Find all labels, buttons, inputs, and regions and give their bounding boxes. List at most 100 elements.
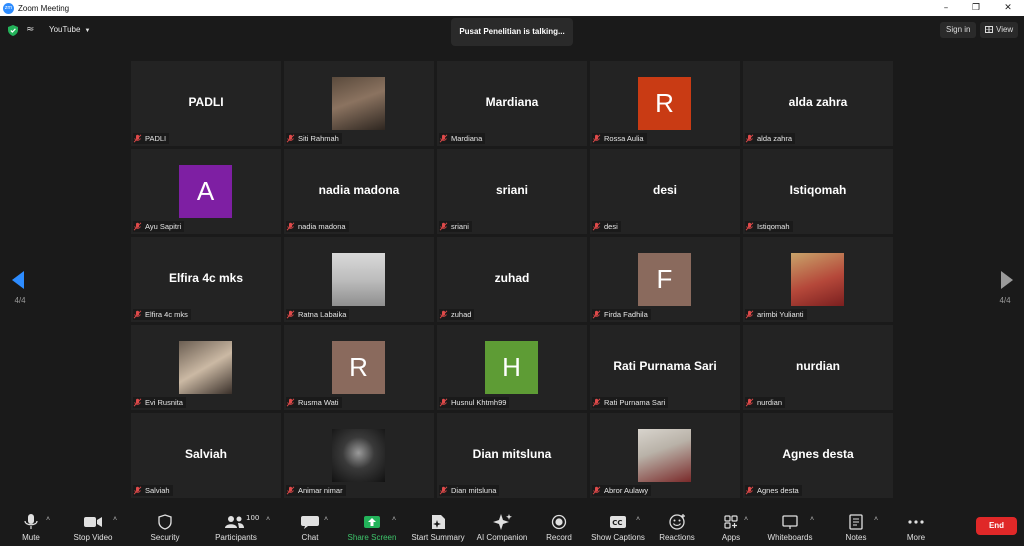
- muted-microphone-icon: [592, 486, 601, 495]
- chat-options-button[interactable]: ˄: [324, 506, 334, 546]
- microphone-icon: [24, 514, 38, 529]
- participant-display-name: Elfira 4c mks: [168, 271, 244, 285]
- window-title: Zoom Meeting: [18, 3, 70, 13]
- participant-tile[interactable]: nurdian nurdian: [743, 325, 893, 410]
- stop-video-button[interactable]: Stop Video: [70, 506, 116, 546]
- participant-name-tag: Mardiana: [439, 133, 486, 144]
- participant-tile[interactable]: Evi Rusnita: [131, 325, 281, 410]
- participant-name: alda zahra: [757, 134, 793, 143]
- more-button[interactable]: More: [900, 506, 932, 546]
- security-button[interactable]: Security: [145, 506, 185, 546]
- security-label: Security: [150, 533, 180, 542]
- participant-tile[interactable]: Salviah Salviah: [131, 413, 281, 498]
- summary-document-icon: [432, 515, 445, 529]
- next-page-arrow-icon[interactable]: [1001, 271, 1013, 289]
- participant-tile[interactable]: H Husnul Khtmh99: [437, 325, 587, 410]
- participant-tile[interactable]: R Rossa Aulia: [590, 61, 740, 146]
- participant-tile[interactable]: Animar nimar: [284, 413, 434, 498]
- reactions-label: Reactions: [659, 533, 695, 542]
- participant-name: nadia madona: [298, 222, 346, 231]
- participant-name-tag: Rati Purnama Sari: [592, 397, 669, 408]
- participant-tile[interactable]: Rati Purnama Sari Rati Purnama Sari: [590, 325, 740, 410]
- participant-tile[interactable]: PADLI PADLI: [131, 61, 281, 146]
- svg-text:CC: CC: [612, 519, 622, 527]
- participant-name-tag: Salviah: [133, 485, 173, 496]
- participant-tile[interactable]: arimbi Yulianti: [743, 237, 893, 322]
- chevron-up-icon: ˄: [392, 516, 397, 523]
- share-screen-button[interactable]: Share Screen: [345, 506, 399, 546]
- notes-options-button[interactable]: ˄: [874, 506, 884, 546]
- participants-label: Participants: [215, 533, 257, 542]
- participant-name-tag: nurdian: [745, 397, 786, 408]
- notes-button[interactable]: Notes: [838, 506, 874, 546]
- mute-button[interactable]: Mute: [14, 506, 48, 546]
- maximize-button[interactable]: ❐: [961, 0, 991, 16]
- participant-tile[interactable]: R Rusma Wati: [284, 325, 434, 410]
- participant-tile[interactable]: zuhad zuhad: [437, 237, 587, 322]
- participant-tile[interactable]: Ratna Labaika: [284, 237, 434, 322]
- apps-options-button[interactable]: ˄: [744, 506, 754, 546]
- participant-name: zuhad: [451, 310, 472, 319]
- participant-tile[interactable]: A Ayu Sapitri: [131, 149, 281, 234]
- participant-tile[interactable]: Agnes desta Agnes desta: [743, 413, 893, 498]
- record-button[interactable]: Record: [540, 506, 578, 546]
- participant-tile[interactable]: alda zahra alda zahra: [743, 61, 893, 146]
- participant-name: Dian mitsluna: [451, 486, 497, 495]
- participants-button[interactable]: 100 Participants: [210, 506, 262, 546]
- participant-name-tag: Ayu Sapitri: [133, 221, 185, 232]
- participant-tile[interactable]: F Firda Fadhila: [590, 237, 740, 322]
- ai-companion-button[interactable]: AI Companion: [474, 506, 530, 546]
- participant-tile[interactable]: Siti Rahmah: [284, 61, 434, 146]
- participant-display-name: Salviah: [184, 447, 228, 461]
- view-button[interactable]: View: [980, 22, 1019, 38]
- captions-options-button[interactable]: ˄: [636, 506, 646, 546]
- participant-name: Mardiana: [451, 134, 483, 143]
- participant-profile-photo: [179, 341, 232, 394]
- participant-name: Animar nimar: [298, 486, 343, 495]
- more-ellipsis-icon: [908, 520, 924, 524]
- participant-name: arimbi Yulianti: [757, 310, 804, 319]
- reactions-button[interactable]: Reactions: [656, 506, 698, 546]
- participant-tile[interactable]: Istiqomah Istiqomah: [743, 149, 893, 234]
- muted-microphone-icon: [133, 222, 142, 231]
- participant-name-tag: Dian mitsluna: [439, 485, 500, 496]
- livestream-source-dropdown[interactable]: YouTube ▼: [44, 22, 95, 38]
- muted-microphone-icon: [286, 486, 295, 495]
- participants-options-button[interactable]: ˄: [266, 506, 276, 546]
- participant-profile-photo: [332, 429, 385, 482]
- live-stream-icon[interactable]: ≈: [26, 24, 34, 35]
- participant-name-tag: Animar nimar: [286, 485, 346, 496]
- participant-tile[interactable]: Dian mitsluna Dian mitsluna: [437, 413, 587, 498]
- whiteboards-options-button[interactable]: ˄: [810, 506, 820, 546]
- sign-in-button[interactable]: Sign in: [940, 22, 977, 38]
- muted-microphone-icon: [286, 222, 295, 231]
- participant-tile[interactable]: desi desi: [590, 149, 740, 234]
- apps-button[interactable]: Apps: [716, 506, 746, 546]
- share-options-button[interactable]: ˄: [392, 506, 402, 546]
- participant-tile[interactable]: Mardiana Mardiana: [437, 61, 587, 146]
- close-button[interactable]: ✕: [993, 0, 1023, 16]
- previous-page-arrow-icon[interactable]: [12, 271, 24, 289]
- video-options-button[interactable]: ˄: [113, 506, 123, 546]
- end-meeting-button[interactable]: End: [976, 517, 1017, 535]
- participant-tile[interactable]: Abror Aulawy: [590, 413, 740, 498]
- ai-companion-label: AI Companion: [476, 533, 528, 542]
- whiteboards-button[interactable]: Whiteboards: [764, 506, 816, 546]
- participant-gallery: PADLI PADLI Siti Rahmah Mardiana Mardiana R Ro…: [131, 61, 894, 498]
- start-summary-button[interactable]: Start Summary: [408, 506, 468, 546]
- participant-tile[interactable]: Elfira 4c mks Elfira 4c mks: [131, 237, 281, 322]
- whiteboard-icon: [782, 515, 798, 529]
- chevron-up-icon: ˄: [636, 516, 641, 523]
- participant-tile[interactable]: nadia madona nadia madona: [284, 149, 434, 234]
- mute-options-button[interactable]: ˄: [46, 506, 56, 546]
- muted-microphone-icon: [439, 310, 448, 319]
- participant-avatar: F: [638, 253, 691, 306]
- encryption-shield-icon[interactable]: [8, 25, 18, 36]
- start-summary-label: Start Summary: [411, 533, 465, 542]
- active-speaker-banner: Pusat Penelitian is talking...: [451, 18, 573, 46]
- minimize-button[interactable]: –: [931, 0, 961, 16]
- participant-name-tag: desi: [592, 221, 621, 232]
- security-shield-icon: [158, 514, 172, 530]
- chat-button[interactable]: Chat: [293, 506, 327, 546]
- participant-tile[interactable]: sriani sriani: [437, 149, 587, 234]
